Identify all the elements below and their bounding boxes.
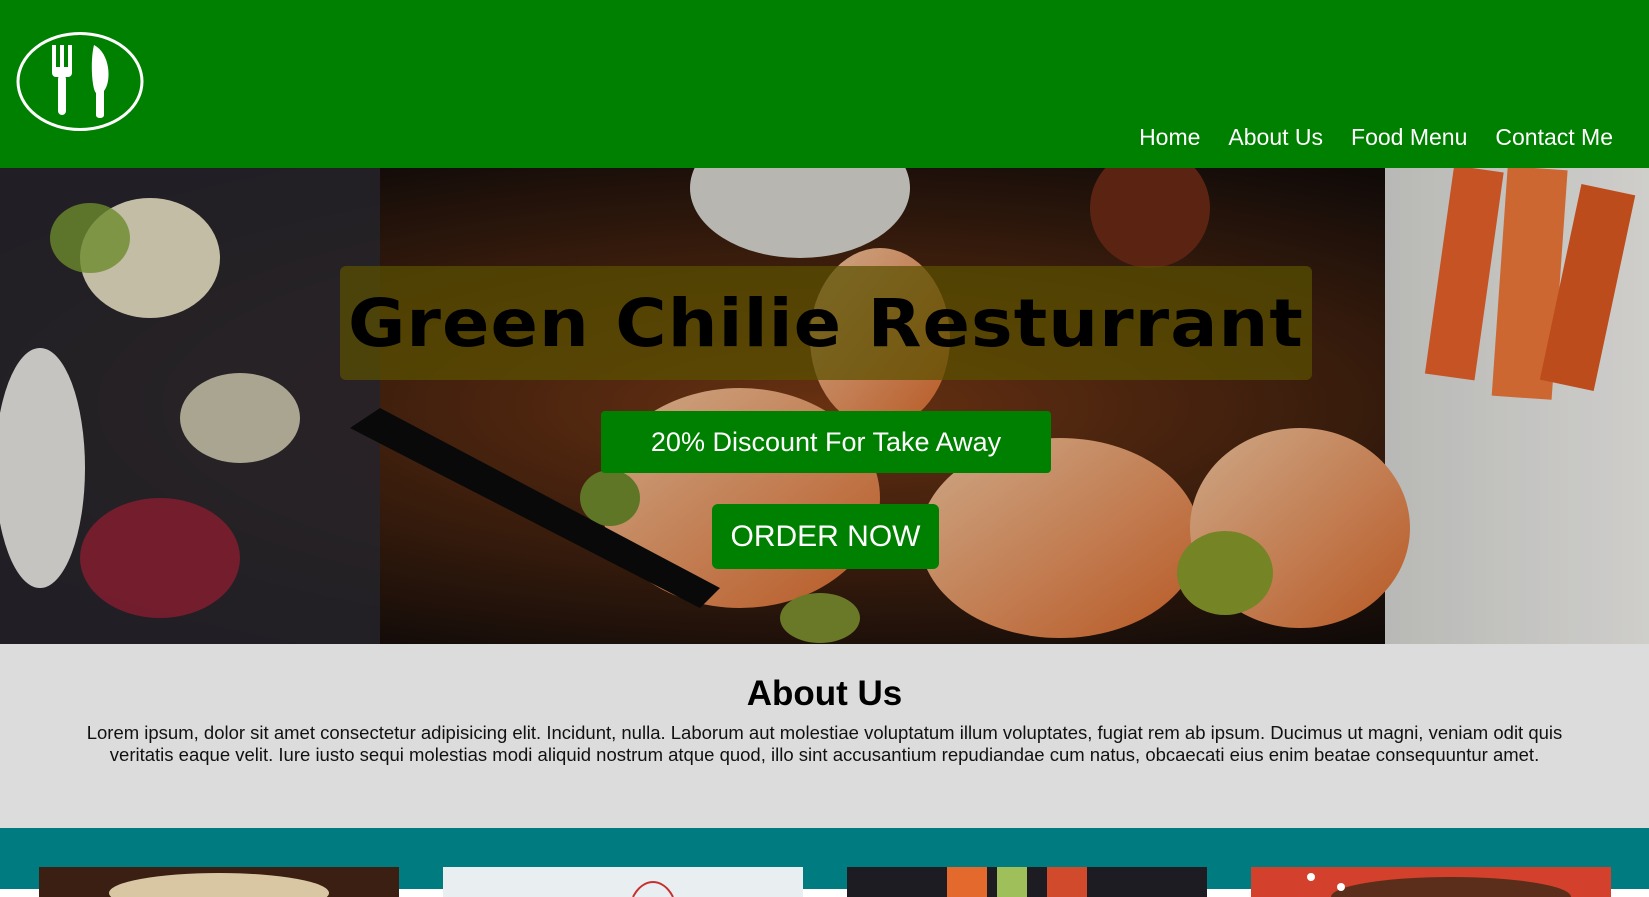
food-cards-section (0, 828, 1649, 897)
site-header: Home About Us Food Menu Contact Me (0, 0, 1649, 168)
hero-food-image (0, 168, 1649, 644)
hero-section: Green Chilie Resturrant 20% Discount For… (0, 168, 1649, 644)
nav-food-menu[interactable]: Food Menu (1351, 123, 1467, 151)
nav-home[interactable]: Home (1139, 123, 1200, 151)
food-card-image[interactable] (847, 867, 1207, 897)
food-card-image[interactable] (39, 867, 399, 897)
main-nav: Home About Us Food Menu Contact Me (1111, 123, 1613, 151)
about-text: Lorem ipsum, dolor sit amet consectetur … (86, 722, 1563, 765)
food-card-image[interactable] (443, 867, 803, 897)
about-section: About Us Lorem ipsum, dolor sit amet con… (0, 644, 1649, 828)
about-heading: About Us (746, 674, 903, 713)
restaurant-title: Green Chilie Resturrant (348, 284, 1304, 362)
hero-title-box: Green Chilie Resturrant (340, 266, 1312, 380)
order-now-button[interactable]: ORDER NOW (712, 504, 939, 569)
nav-contact-me[interactable]: Contact Me (1495, 123, 1613, 151)
page: Home About Us Food Menu Contact Me Green… (0, 0, 1649, 897)
nav-about-us[interactable]: About Us (1228, 123, 1323, 151)
discount-banner: 20% Discount For Take Away (601, 411, 1051, 473)
food-card-image[interactable] (1251, 867, 1611, 897)
fork-knife-icon[interactable] (16, 31, 144, 132)
